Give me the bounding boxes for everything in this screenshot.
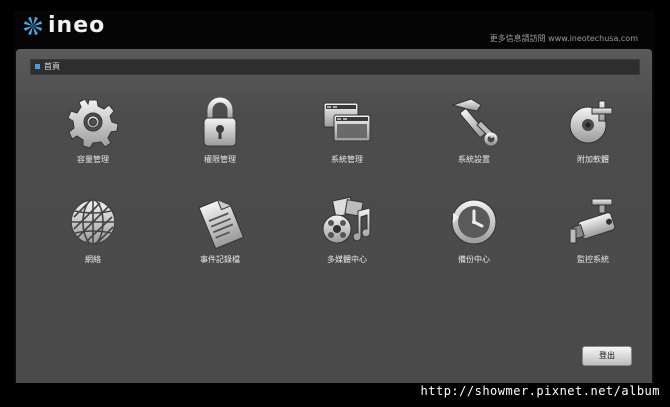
tile-label: 權限管理 (204, 155, 236, 164)
logo-pinwheel-icon (23, 16, 43, 36)
tile-label: 網絡 (85, 255, 101, 264)
logo-text: ineo (48, 13, 106, 38)
camera-icon (569, 198, 616, 244)
tile-label: 容量管理 (77, 155, 109, 164)
tile-capacity-management[interactable]: 容量管理 (48, 95, 138, 175)
document-icon (198, 199, 245, 249)
app-frame: ineo 更多信息請訪問 www.ineotechusa.com 首頁 容量管理 (14, 11, 654, 383)
lock-icon (203, 97, 237, 147)
tile-label: 系統設置 (458, 155, 490, 164)
tile-label: 備份中心 (458, 255, 490, 264)
tile-event-log[interactable]: 事件記錄檔 (175, 195, 265, 275)
breadcrumb: 首頁 (30, 59, 640, 75)
tile-multimedia-center[interactable]: 多媒體中心 (302, 195, 392, 275)
tile-label: 事件記錄檔 (200, 255, 240, 264)
tile-system-settings[interactable]: 系統設置 (429, 95, 519, 175)
breadcrumb-marker-icon (35, 64, 40, 69)
tile-label: 附加軟體 (577, 155, 609, 164)
tile-backup-center[interactable]: 備份中心 (429, 195, 519, 275)
tile-surveillance-system[interactable]: 監控系統 (548, 195, 638, 275)
media-icon (322, 196, 371, 244)
tile-label: 監控系統 (577, 255, 609, 264)
main-panel: 首頁 容量管理 權限管理 系統管理 系統設置 附加軟體 網絡 事件記錄檔 多媒體… (16, 49, 652, 383)
tile-label: 多媒體中心 (327, 255, 367, 264)
tile-add-ons[interactable]: 附加軟體 (548, 95, 638, 175)
website-tagline: 更多信息請訪問 www.ineotechusa.com (489, 34, 638, 43)
breadcrumb-home[interactable]: 首頁 (44, 61, 60, 73)
logo: ineo (22, 15, 105, 37)
tile-network[interactable]: 網絡 (48, 195, 138, 275)
logout-button[interactable]: 登出 (582, 346, 632, 366)
windows-icon (323, 102, 371, 142)
watermark-url: http://showmer.pixnet.net/album (420, 384, 660, 398)
top-bar: ineo 更多信息請訪問 www.ineotechusa.com (14, 11, 654, 49)
backup-clock-icon (451, 199, 497, 245)
tile-permission-management[interactable]: 權限管理 (175, 95, 265, 175)
globe-icon (70, 199, 116, 245)
gear-icon (67, 98, 119, 149)
hammer-wrench-icon (451, 98, 498, 146)
tile-label: 系統管理 (331, 155, 363, 164)
tile-system-management[interactable]: 系統管理 (302, 95, 392, 175)
disc-plus-icon (569, 100, 613, 144)
